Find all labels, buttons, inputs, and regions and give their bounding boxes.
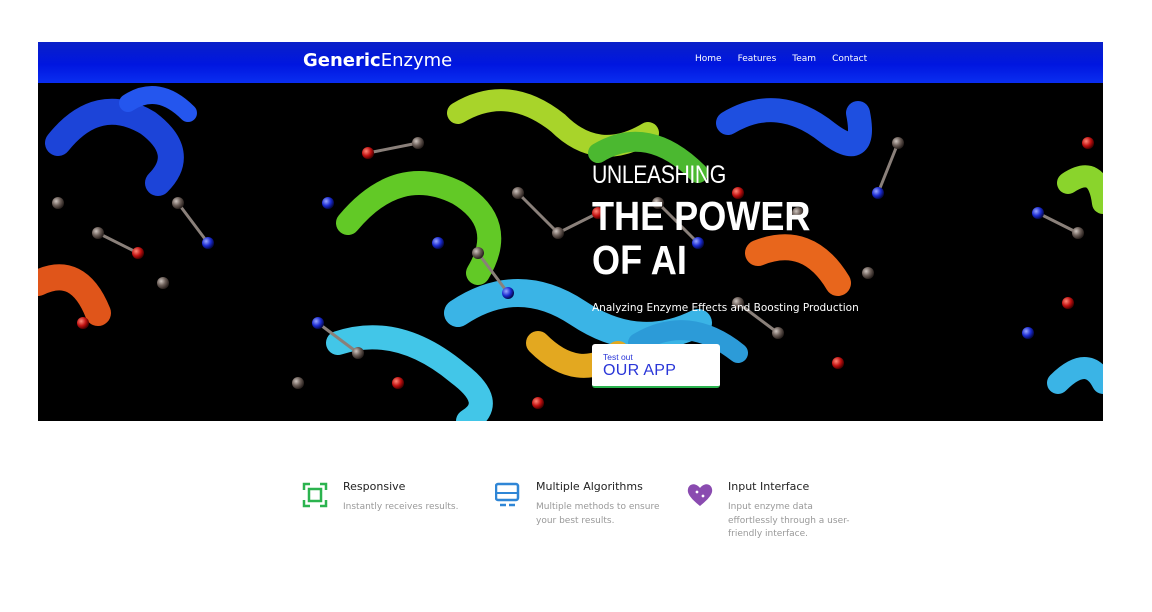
nav-home[interactable]: Home [695, 54, 722, 64]
hero-tagline: Analyzing Enzyme Effects and Boosting Pr… [592, 302, 859, 314]
hero-banner: UNLEASHING THE POWER OF AI Analyzing Enz… [38, 83, 1103, 421]
heart-icon [687, 484, 713, 506]
page: GenericEnzyme Home Features Team Contact [0, 0, 1152, 612]
nav-contact[interactable]: Contact [832, 54, 867, 64]
feature-title: Input Interface [728, 480, 810, 493]
nav-team[interactable]: Team [792, 54, 816, 64]
protein-structure-image [38, 86, 1103, 421]
feature-description: Instantly receives results. [343, 502, 459, 512]
nav-links: Home Features Team Contact [695, 54, 867, 64]
navbar: GenericEnzyme Home Features Team Contact [38, 42, 1103, 83]
hero-title: THE POWER OF AI [592, 193, 811, 283]
feature-description: Multiple methods to ensure your best res… [536, 502, 660, 526]
hero-subtitle: UNLEASHING [592, 161, 726, 189]
responsive-frame-icon [302, 482, 328, 508]
monitor-icon [495, 482, 520, 507]
brand-light: Enzyme [380, 50, 453, 71]
feature-title: Multiple Algorithms [536, 480, 643, 493]
cta-small-label: Test out [603, 352, 633, 362]
brand-logo[interactable]: GenericEnzyme [303, 50, 452, 71]
hero-heading: UNLEASHING THE POWER OF AI [592, 161, 892, 282]
feature-title: Responsive [343, 480, 406, 493]
brand-bold: Generic [303, 50, 381, 71]
test-app-button[interactable]: Test out OUR APP [592, 344, 720, 388]
nav-features[interactable]: Features [738, 54, 777, 64]
cta-big-label: OUR APP [603, 362, 677, 379]
feature-description: Input enzyme data effortlessly through a… [728, 502, 850, 539]
